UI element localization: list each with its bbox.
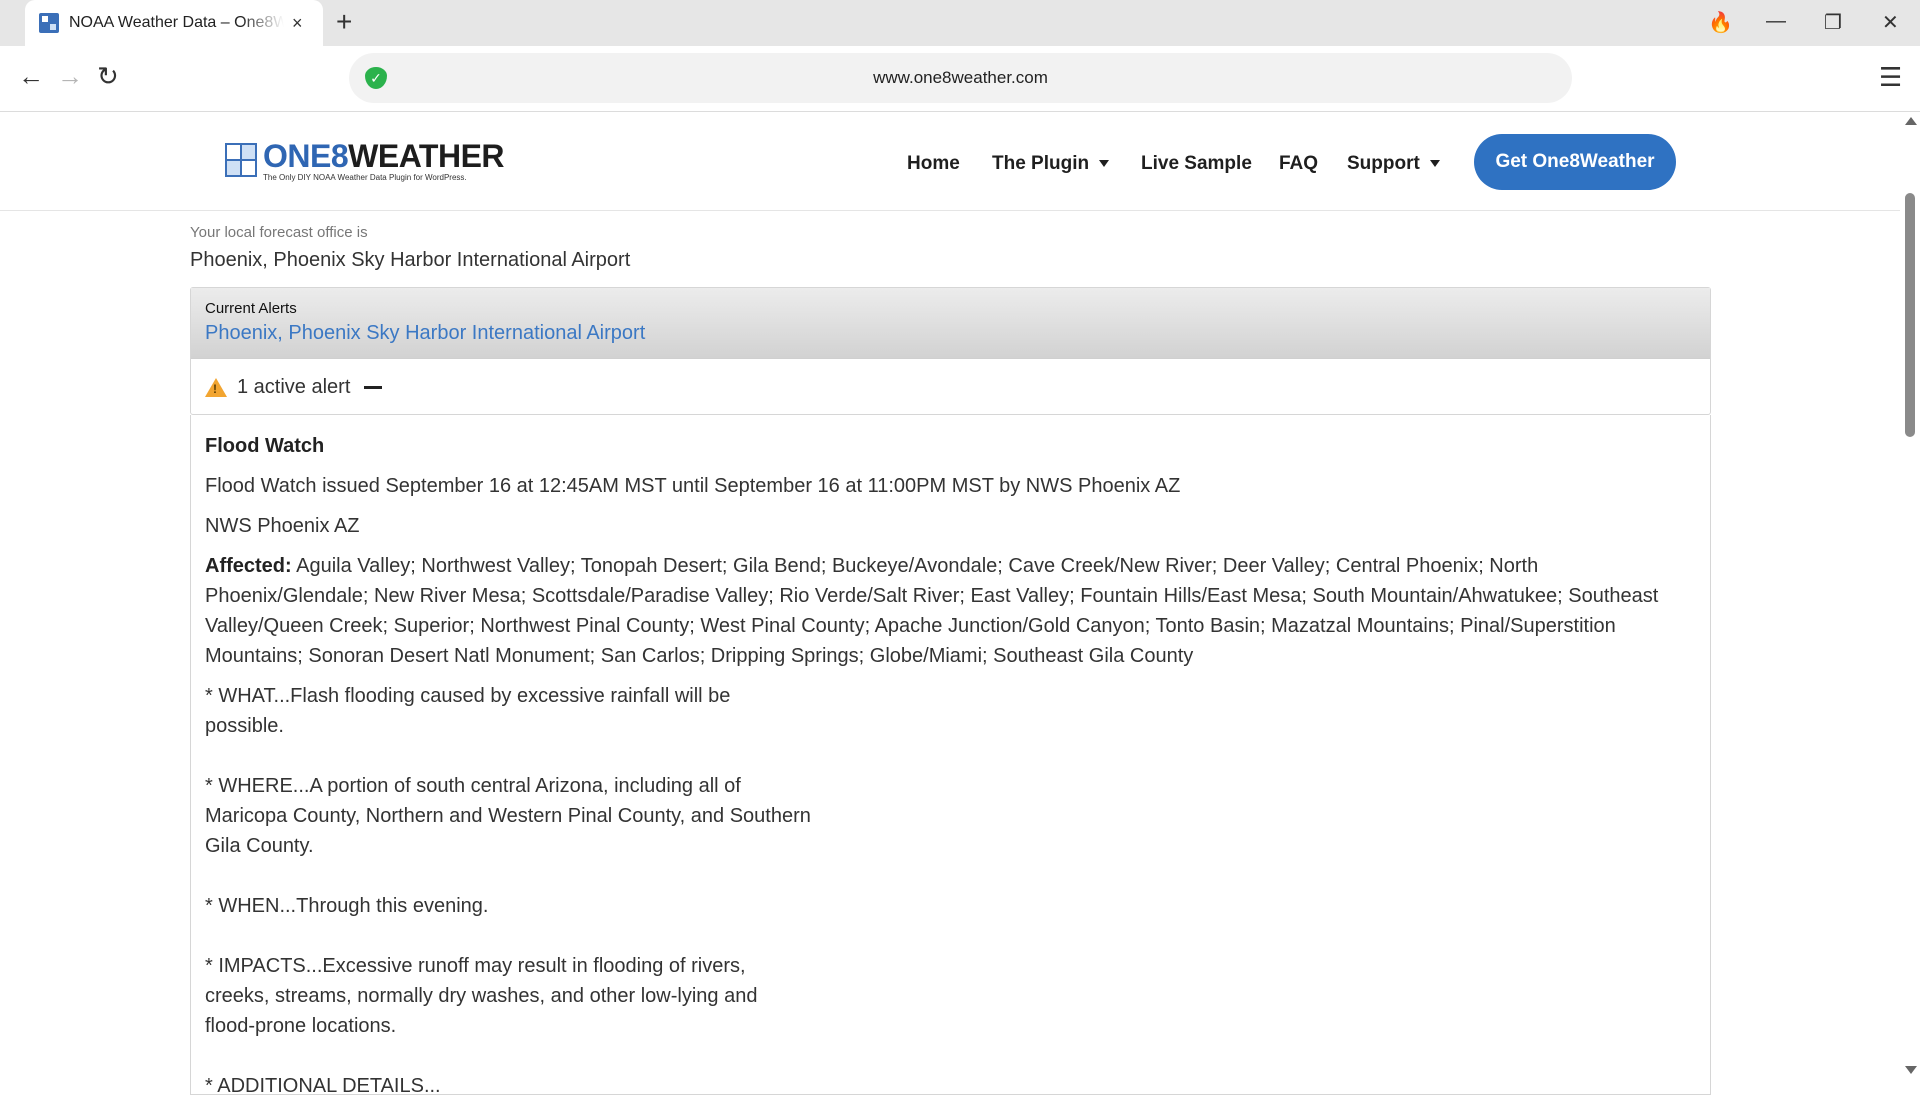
new-tab-icon[interactable]: +	[336, 8, 352, 36]
logo-tagline: The Only DIY NOAA Weather Data Plugin fo…	[263, 173, 467, 182]
alert-description: * WHAT...Flash flooding caused by excess…	[205, 685, 811, 1095]
site-favicon-icon	[39, 13, 59, 33]
alert-detail: Flood Watch Flood Watch issued September…	[190, 415, 1711, 1095]
nav-home[interactable]: Home	[907, 153, 960, 175]
nav-faq[interactable]: FAQ	[1279, 153, 1318, 175]
url-text[interactable]: www.one8weather.com	[349, 68, 1572, 88]
close-window-icon[interactable]: ✕	[1882, 10, 1899, 35]
alert-issued: Flood Watch issued September 16 at 12:45…	[205, 475, 1181, 497]
site-logo[interactable]: ONE8WEATHER The Only DIY NOAA Weather Da…	[225, 138, 505, 183]
browser-toolbar: ← → ↻ ✓ www.one8weather.com ☰	[0, 46, 1920, 112]
logo-icon	[225, 143, 257, 177]
forward-icon[interactable]: →	[57, 63, 83, 89]
nav-support[interactable]: Support	[1347, 153, 1440, 175]
reload-icon[interactable]: ↻	[97, 63, 119, 89]
forecast-office-label: Your local forecast office is	[190, 224, 368, 241]
alert-affected: Affected: Aguila Valley; Northwest Valle…	[205, 555, 1659, 667]
active-alert-toggle[interactable]: 1 active alert	[205, 376, 383, 399]
active-alert-count: 1 active alert	[237, 376, 351, 398]
logo-text: ONE8WEATHER	[263, 138, 505, 174]
chevron-down-icon	[1429, 160, 1440, 168]
browser-tab[interactable]: NOAA Weather Data – One8Weather ×	[25, 0, 323, 46]
scroll-up-icon[interactable]	[1905, 117, 1917, 125]
scroll-thumb[interactable]	[1905, 193, 1915, 437]
minimize-icon[interactable]: —	[1766, 10, 1786, 33]
warning-icon	[205, 378, 227, 397]
alerts-header: Current Alerts Phoenix, Phoenix Sky Harb…	[191, 288, 1710, 359]
get-one8weather-button[interactable]: Get One8Weather	[1474, 134, 1676, 190]
page-scrollbar[interactable]	[1900, 113, 1920, 1080]
restore-icon[interactable]: ❐	[1824, 10, 1842, 35]
alert-title: Flood Watch	[205, 435, 325, 457]
back-icon[interactable]: ←	[18, 63, 44, 89]
alerts-header-label: Current Alerts	[205, 300, 297, 317]
menu-icon[interactable]: ☰	[1879, 62, 1902, 93]
browser-tab-bar: NOAA Weather Data – One8Weather × + 🔥 — …	[0, 0, 1920, 46]
site-header: ONE8WEATHER The Only DIY NOAA Weather Da…	[0, 113, 1900, 211]
tab-title: NOAA Weather Data – One8Weather	[69, 14, 284, 31]
chevron-down-icon	[1099, 160, 1110, 168]
scroll-down-icon[interactable]	[1905, 1066, 1917, 1074]
fire-icon[interactable]: 🔥	[1708, 10, 1733, 35]
alerts-panel: Current Alerts Phoenix, Phoenix Sky Harb…	[190, 287, 1711, 415]
alert-sender: NWS Phoenix AZ	[205, 515, 360, 537]
alerts-location-link[interactable]: Phoenix, Phoenix Sky Harbor Internationa…	[205, 322, 645, 345]
nav-the-plugin[interactable]: The Plugin	[992, 153, 1110, 175]
forecast-office-name: Phoenix, Phoenix Sky Harbor Internationa…	[190, 249, 631, 271]
nav-live-sample[interactable]: Live Sample	[1141, 153, 1252, 175]
address-bar[interactable]: ✓ www.one8weather.com	[349, 53, 1572, 103]
collapse-icon[interactable]	[364, 386, 383, 389]
tab-close-icon[interactable]: ×	[292, 13, 303, 34]
